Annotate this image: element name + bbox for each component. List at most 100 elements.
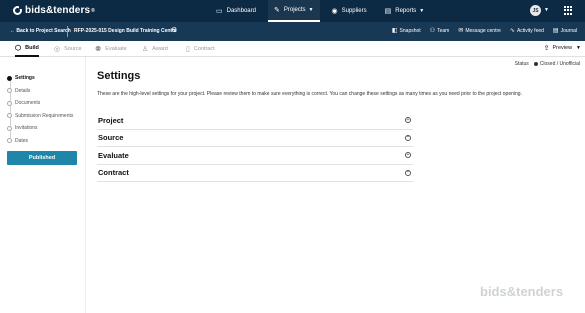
evaluate-icon: ⚉ [95, 46, 102, 53]
build-steps: Settings Details Documents Submission Requi… [7, 72, 73, 147]
nav-label: Reports [395, 8, 417, 14]
back-arrow-icon: ← [10, 28, 15, 34]
tool-team[interactable]: ⚇ Team [430, 27, 450, 35]
section-contract[interactable]: Contract + [97, 165, 413, 182]
tab-label: Source [64, 46, 82, 52]
section-source[interactable]: Source + [97, 130, 413, 147]
tab-label: Contract [193, 46, 215, 52]
tool-label: Activity feed [516, 27, 544, 34]
section-title: Source [98, 133, 124, 143]
section-title: Evaluate [98, 150, 129, 160]
step-label: Documents [15, 100, 41, 107]
status-dot-icon [533, 62, 538, 66]
expand-plus-icon[interactable]: + [405, 169, 411, 176]
project-tools: ◧ Snapshot ⚇ Team ✉ Message centre ∿ Activity f… [383, 27, 577, 35]
tool-journal[interactable]: ▤ Journal [552, 27, 577, 35]
project-status: Status Closed / Unofficial [515, 61, 580, 67]
step-label: Details [15, 87, 31, 94]
tool-label: Journal [560, 27, 577, 34]
step-invitations[interactable]: Invitations [7, 122, 73, 135]
gear-icon[interactable]: ⚙ [171, 26, 177, 34]
tool-label: Snapshot [399, 27, 421, 34]
page-title: Settings [97, 70, 141, 82]
tab-source[interactable]: ◎ Source [54, 41, 82, 57]
step-submission-requirements[interactable]: Submission Requirements [7, 110, 73, 123]
section-evaluate[interactable]: Evaluate + [97, 147, 413, 165]
step-label: Dates [15, 137, 29, 144]
footer-watermark: bids&tenders [480, 284, 564, 299]
preview-button[interactable]: ⇪ Preview ▼ [544, 44, 581, 52]
user-icon: ◉ [331, 8, 338, 15]
tab-build[interactable]: ⬡ Build [15, 41, 39, 57]
tab-label: Evaluate [105, 46, 127, 52]
step-documents[interactable]: Documents [7, 97, 73, 110]
divider [67, 26, 68, 37]
nav-dashboard[interactable]: ▭ Dashboard [210, 0, 262, 22]
back-to-search-label: Back to Project Search [16, 28, 71, 34]
main-nav: ▭ Dashboard ✎ Projects ▼ ◉ Suppliers ▤ Reports ▼ [210, 0, 436, 22]
preview-label: Preview [552, 45, 573, 51]
status-value: Closed / Unofficial [539, 61, 580, 67]
expand-plus-icon[interactable]: + [405, 152, 411, 159]
share-icon: ⇪ [543, 45, 550, 52]
step-label: Invitations [15, 125, 38, 132]
step-circle-icon [7, 75, 12, 81]
journal-icon: ▤ [552, 28, 559, 34]
tool-snapshot[interactable]: ◧ Snapshot [391, 27, 421, 35]
avatar[interactable]: JS [530, 5, 541, 16]
nav-projects[interactable]: ✎ Projects ▼ [267, 0, 320, 22]
build-icon: ⬡ [15, 45, 22, 52]
chevron-down-icon: ▼ [419, 8, 425, 14]
page-description: These are the high-level settings for yo… [97, 91, 522, 97]
message-icon: ✉ [458, 28, 464, 34]
tool-message-centre[interactable]: ✉ Message centre [458, 27, 501, 35]
nav-reports[interactable]: ▤ Reports ▼ [379, 0, 431, 22]
expand-plus-icon[interactable]: + [405, 134, 411, 141]
section-title: Project [98, 115, 124, 125]
section-project[interactable]: Project + [97, 112, 413, 130]
project-name: RFP-2025-015 Design Build Training Centr… [74, 28, 177, 34]
tab-contract[interactable]: ▯ Contract [186, 41, 215, 57]
chevron-down-icon: ▼ [576, 45, 581, 51]
edit-icon: ✎ [273, 7, 280, 14]
logo-mark-icon [13, 5, 23, 15]
chevron-down-icon[interactable]: ▼ [544, 7, 549, 13]
camera-icon: ◧ [391, 28, 398, 34]
contract-icon: ▯ [186, 46, 190, 53]
step-label: Submission Requirements [15, 112, 74, 119]
step-details[interactable]: Details [7, 85, 73, 98]
top-navigation: bids&tenders ® ▭ Dashboard ✎ Projects ▼ ◉ Supp… [0, 0, 585, 22]
chevron-down-icon: ▼ [308, 7, 314, 13]
left-sidebar: Settings Details Documents Submission Requi… [0, 57, 86, 313]
tool-label: Message centre [465, 27, 501, 34]
section-title: Contract [98, 168, 129, 178]
tab-evaluate[interactable]: ⚉ Evaluate [95, 41, 127, 57]
app-launcher-icon[interactable] [564, 6, 573, 15]
back-to-search-button[interactable]: ← Back to Project Search [10, 28, 71, 34]
published-button[interactable]: Published [7, 151, 77, 165]
brand-logo[interactable]: bids&tenders ® [13, 5, 95, 16]
nav-suppliers[interactable]: ◉ Suppliers [326, 0, 373, 22]
nav-label: Suppliers [341, 8, 367, 14]
settings-sections: Project + Source + Evaluate + Contract + [97, 112, 413, 182]
tab-award[interactable]: ♙ Award [142, 41, 168, 57]
award-icon: ♙ [142, 46, 149, 53]
step-circle-icon [7, 113, 12, 119]
step-label: Settings [15, 75, 35, 82]
report-icon: ▤ [384, 8, 392, 15]
step-settings[interactable]: Settings [7, 72, 73, 85]
tool-activity-feed[interactable]: ∿ Activity feed [510, 27, 544, 35]
logo-text: bids&tenders [25, 5, 91, 16]
nav-label: Dashboard [226, 8, 256, 14]
step-dates[interactable]: Dates [7, 135, 73, 148]
stage-tabs: ⇪ Preview ▼ ⬡ Build ◎ Source ⚉ Evaluate ♙ Award… [0, 41, 585, 57]
project-toolbar: ← Back to Project Search RFP-2025-015 De… [0, 22, 585, 41]
nav-label: Projects [283, 7, 306, 13]
step-circle-icon [7, 88, 12, 94]
tab-label: Build [25, 45, 39, 51]
step-circle-icon [7, 138, 12, 144]
logo-registered-mark: ® [91, 7, 95, 14]
step-circle-icon [7, 100, 12, 106]
status-label: Status [514, 61, 529, 67]
expand-plus-icon[interactable]: + [405, 117, 411, 124]
